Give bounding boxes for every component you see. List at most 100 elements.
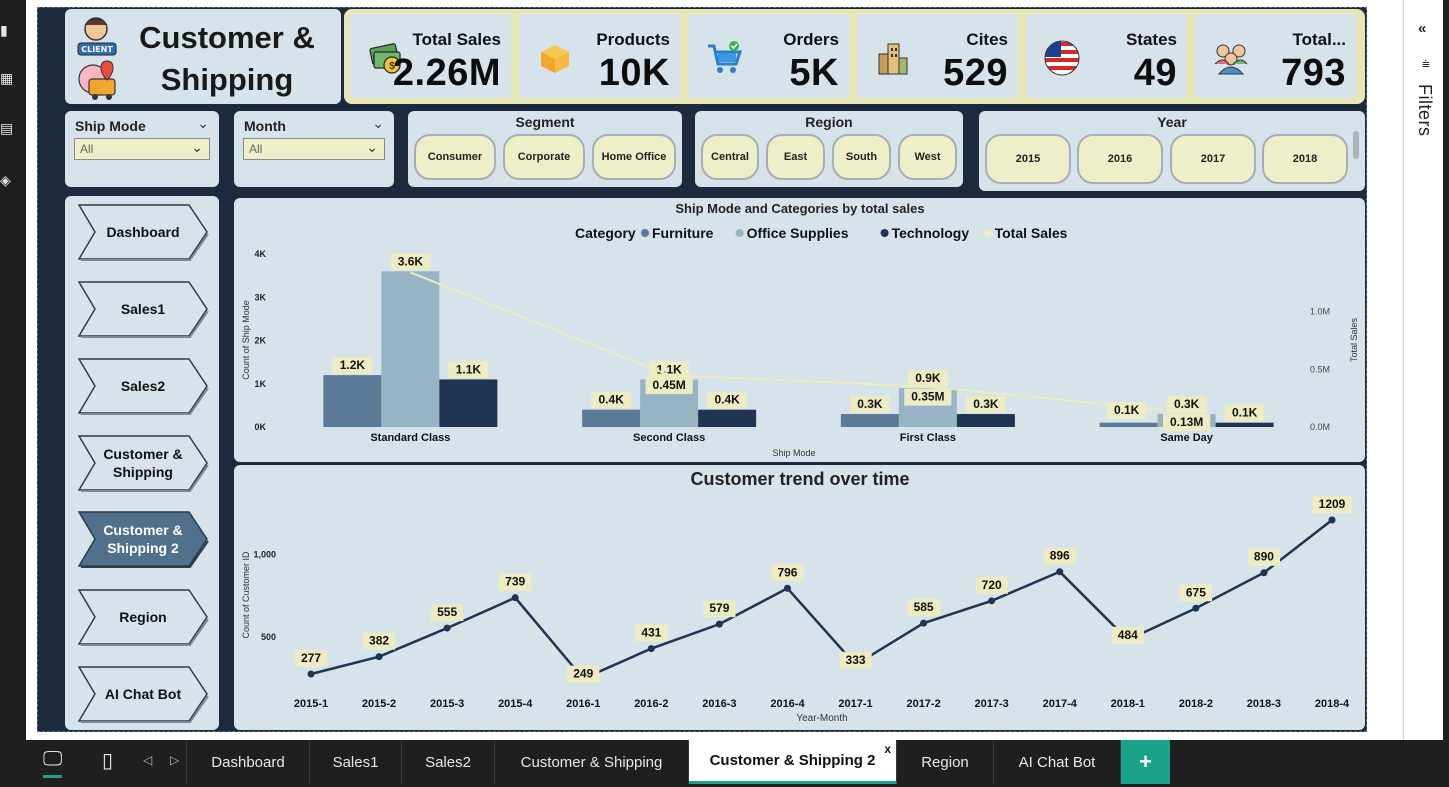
table-view-icon[interactable]: ▦ [0,70,14,86]
legend-marker [983,229,992,237]
data-point [715,620,723,628]
page-tab-bar: 🖵 ▯ ◁ ▷ Dashboard Sales1 Sales2 Customer… [26,740,1443,787]
year-title: Year [1157,114,1187,130]
add-page-button[interactable]: + [1121,740,1170,784]
data-point [783,584,791,592]
kpi-card-total-sales[interactable]: $ Total Sales 2.26M [350,14,511,98]
y2-tick-label: 0.0M [1310,422,1330,432]
bar-office-supplies [381,271,440,427]
tab-sales1[interactable]: Sales1 [310,740,402,784]
region-option-west[interactable]: West [898,134,957,180]
tab-label: Sales1 [332,753,379,771]
ship-mode-label: Ship Mode [75,118,146,134]
kpi-card-total-customers[interactable]: Total... 793 [1195,14,1356,98]
x-tick-label: 2017-4 [1043,698,1078,710]
report-view-icon[interactable]: ▮ [0,22,14,38]
year-option-2017[interactable]: 2017 [1170,134,1256,184]
desktop-layout-icon[interactable]: 🖵 [43,748,63,778]
segment-option-corporate[interactable]: Corporate [503,134,585,180]
x-tick-label: 2018-3 [1247,698,1281,710]
navigation-panel: Dashboard Sales1 Sales2 Customer & Shipp… [65,196,219,730]
x-tick-label: 2017-3 [975,698,1009,710]
model-view-icon[interactable]: ▤ [0,120,14,136]
nav-button-sales1[interactable]: Sales1 [77,279,209,339]
data-label: 720 [982,578,1002,592]
year-option-2016[interactable]: 2016 [1077,134,1163,184]
x-tick-label: 2015-3 [430,698,464,710]
y-tick-label: 1,000 [253,550,276,560]
tab-label: Sales2 [425,753,471,771]
tab-label: Customer & Shipping 2 [709,752,876,769]
data-label: 382 [369,634,389,648]
nav-button-customer-shipping-2[interactable]: Customer & Shipping 2 [77,509,209,569]
legend-label: Total Sales [995,225,1068,241]
next-page-icon[interactable]: ▷ [170,753,179,767]
power-bi-app: ▮ ▦ ▤ ◈ CLIENT Customer & Shipping $ Tot… [0,0,1449,787]
x-tick-label: 2018-4 [1315,698,1350,710]
kpi-card-products[interactable]: Products 10K [519,14,680,98]
data-point [1192,604,1200,612]
kpi-label: Total... [1292,30,1346,49]
y-axis-label: Count of Ship Mode [241,300,251,380]
previous-page-icon[interactable]: ◁ [143,753,152,767]
tab-dashboard[interactable]: Dashboard [186,740,310,784]
region-option-east[interactable]: East [766,134,825,180]
segment-option-consumer[interactable]: Consumer [414,134,496,180]
tab-sales2[interactable]: Sales2 [402,740,495,784]
x-tick-label: Same Day [1160,432,1213,444]
collapse-pane-icon[interactable]: « [1418,20,1426,37]
data-point [1260,569,1268,577]
nav-button-ai-chat-bot[interactable]: AI Chat Bot [77,664,209,724]
mobile-layout-icon[interactable]: ▯ [102,748,113,773]
dax-query-icon[interactable]: ◈ [0,172,14,188]
chevron-down-icon[interactable]: ⌄ [197,115,209,132]
year-option-2015[interactable]: 2015 [985,134,1071,184]
segment-option-home-office[interactable]: Home Office [592,134,676,180]
nav-label: Dashboard [106,224,180,240]
data-label: 0.4K [714,393,740,407]
kpi-card-orders[interactable]: Orders 5K [688,14,849,98]
data-label: 675 [1186,585,1206,599]
tab-customer-shipping[interactable]: Customer & Shipping [495,740,689,784]
data-label: 796 [777,565,797,579]
x-tick-label: 2017-2 [906,698,940,710]
data-point [920,619,928,627]
month-slicer[interactable]: Month ⌄ All ⌄ [234,111,394,187]
kpi-label: Cites [966,30,1008,49]
ship-mode-slicer[interactable]: Ship Mode ⌄ All ⌄ [65,111,219,187]
region-option-central[interactable]: Central [701,134,759,180]
customer-trend-chart[interactable]: Customer trend over time Count of Custome… [234,465,1365,730]
nav-label: Customer & Shipping 2 [103,522,183,556]
chevron-down-icon: ⌄ [191,139,203,155]
kpi-label: Total Sales [412,30,502,49]
bar-technology [1215,422,1274,427]
region-option-south[interactable]: South [832,134,891,180]
nav-button-dashboard[interactable]: Dashboard [77,202,209,262]
tab-label: AI Chat Bot [1018,753,1096,771]
data-label: 1.2K [340,358,366,372]
kpi-card-states[interactable]: States 49 [1026,14,1187,98]
x-tick-label: 2016-3 [702,698,736,710]
nav-button-customer-shipping[interactable]: Customer & Shipping [77,433,209,493]
close-tab-icon[interactable]: x [884,742,891,756]
tab-ai-chat-bot[interactable]: AI Chat Bot [994,740,1121,784]
tab-customer-shipping-2[interactable]: Customer & Shipping 2 x [689,740,897,784]
page-title-line2: Shipping [160,62,294,97]
ship-mode-dropdown[interactable]: All ⌄ [74,138,210,160]
legend-label: Office Supplies [747,225,849,241]
year-slicer-scrollbar[interactable] [1353,131,1359,159]
month-dropdown[interactable]: All ⌄ [243,138,385,160]
nav-button-sales2[interactable]: Sales2 [77,356,209,416]
chevron-down-icon[interactable]: ⌄ [372,115,384,132]
year-option-2018[interactable]: 2018 [1262,134,1348,184]
kpi-strip: $ Total Sales 2.26M Products 10K Orders … [344,9,1365,104]
data-label: 579 [709,601,729,615]
tab-label: Customer & Shipping [520,753,663,771]
ship-mode-category-chart[interactable]: Ship Mode and Categories by total sales C… [234,198,1365,462]
nav-button-region[interactable]: Region [77,587,209,647]
y-tick-label: 2K [254,336,266,346]
kpi-card-cities[interactable]: Cites 529 [857,14,1018,98]
data-label: 249 [573,667,593,681]
tab-region[interactable]: Region [897,740,994,784]
people-icon [1214,44,1248,75]
